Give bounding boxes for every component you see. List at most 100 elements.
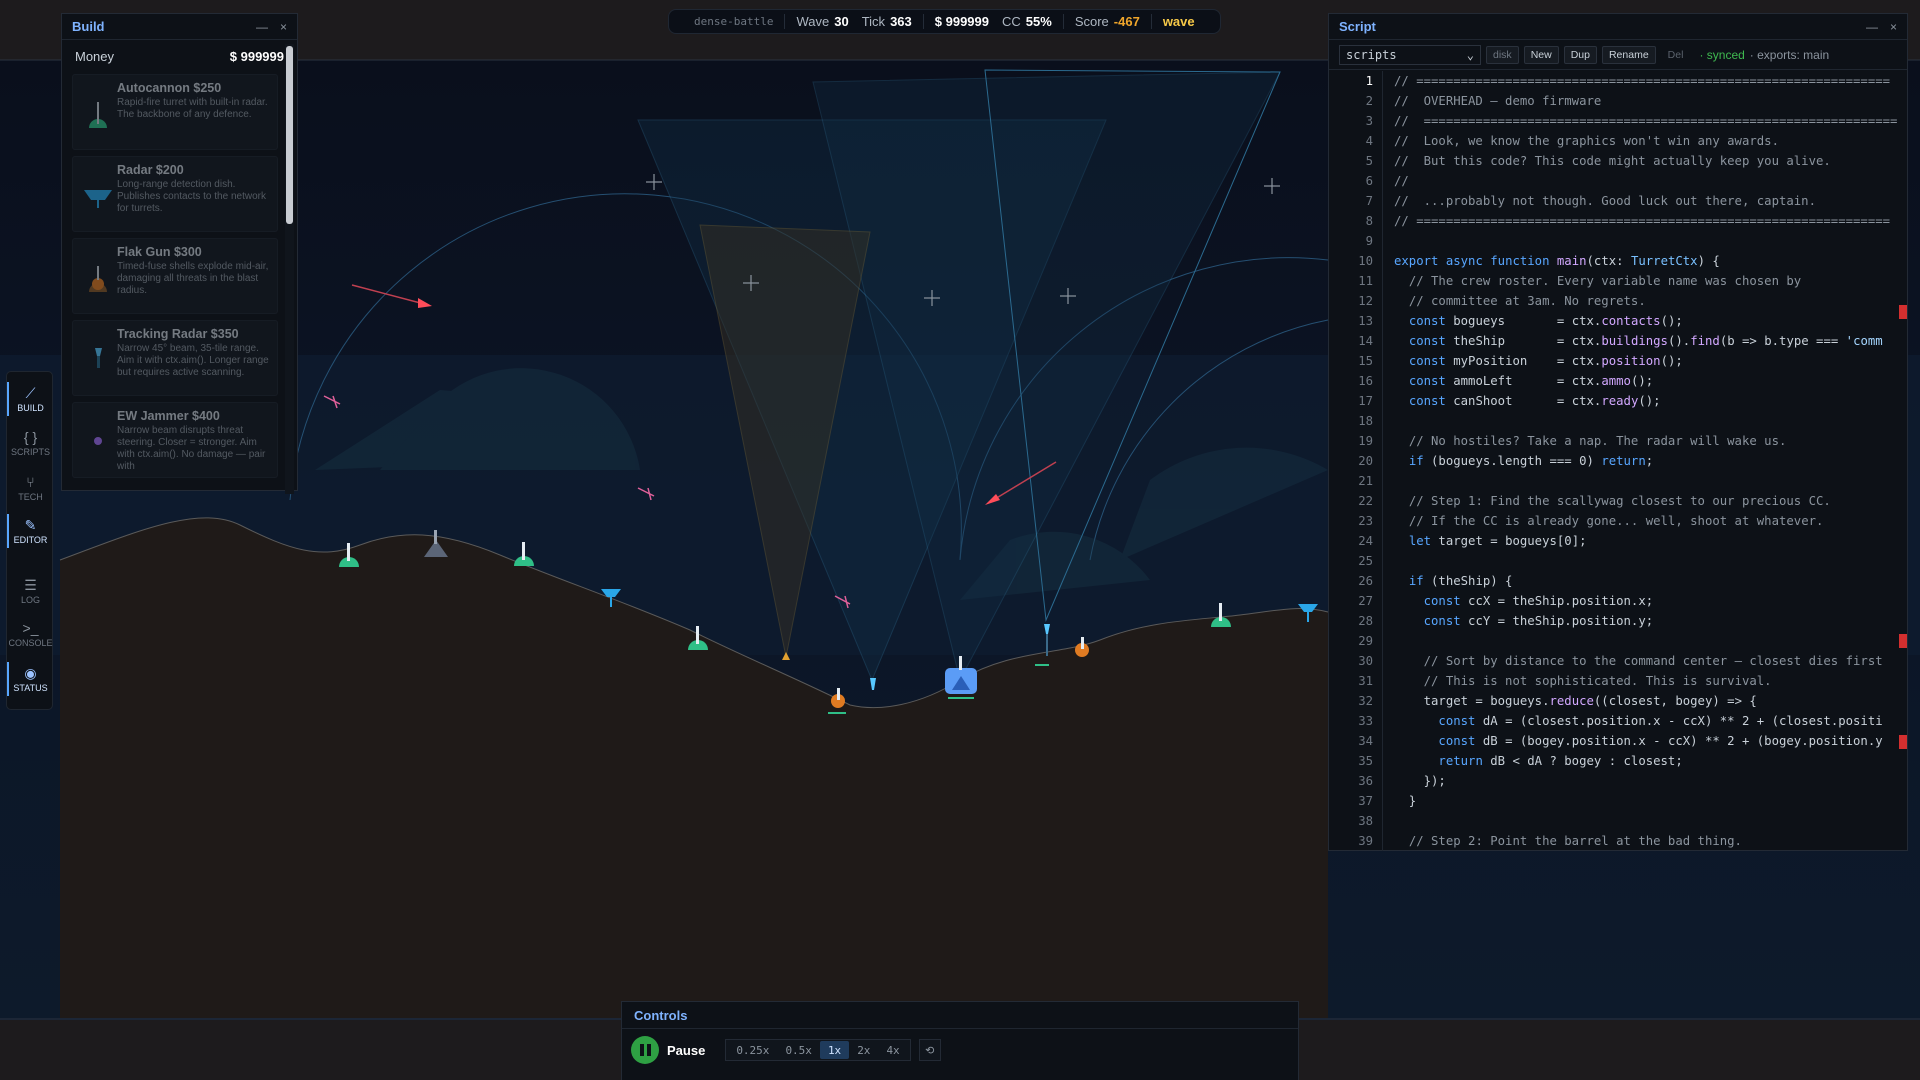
code-line[interactable]: } <box>1394 791 1907 811</box>
speed-0_25x-button[interactable]: 0.25x <box>728 1041 777 1059</box>
code-line[interactable]: export async function main(ctx: TurretCt… <box>1394 251 1907 271</box>
code-line[interactable]: // Step 1: Find the scallywag closest to… <box>1394 491 1907 511</box>
code-line[interactable]: const dB = (bogey.position.x - ccX) ** 2… <box>1394 731 1907 751</box>
build-item-ew-jammer[interactable]: EW Jammer $400 Narrow beam disrupts threa… <box>72 402 278 478</box>
speed-1x-button[interactable]: 1x <box>819 1041 850 1059</box>
code-line[interactable]: // committee at 3am. No regrets. <box>1394 291 1907 311</box>
code-line[interactable]: // =====================================… <box>1394 71 1907 91</box>
code-line[interactable]: const canShoot = ctx.ready(); <box>1394 391 1907 411</box>
line-number: 33 <box>1358 714 1373 728</box>
minimize-icon[interactable]: — <box>1866 20 1878 34</box>
code-line[interactable] <box>1394 411 1907 431</box>
pause-button[interactable] <box>631 1036 659 1064</box>
error-marker <box>1899 735 1907 749</box>
scrollbar-thumb[interactable] <box>286 46 293 224</box>
terminal-icon: >_ <box>22 620 39 636</box>
code-line[interactable]: if (theShip) { <box>1394 571 1907 591</box>
sync-status: · synced <box>1699 47 1745 62</box>
pause-icon-bar <box>646 1044 651 1056</box>
code-line[interactable]: // ...probably not though. Good luck out… <box>1394 191 1907 211</box>
code-line[interactable]: // Sort by distance to the command cente… <box>1394 651 1907 671</box>
code-line[interactable]: const theShip = ctx.buildings().find(b =… <box>1394 331 1907 351</box>
line-number: 22 <box>1358 494 1373 508</box>
code-line[interactable]: const myPosition = ctx.position(); <box>1394 351 1907 371</box>
code-line[interactable]: // Step 2: Point the barrel at the bad t… <box>1394 831 1907 851</box>
nav-status[interactable]: ◉ STATUS <box>7 658 54 700</box>
game-stage: dense-battle Wave 30 Tick 363 $ 999999 CC 5… <box>0 0 1920 1080</box>
code-line[interactable]: target = bogueys.reduce((closest, bogey)… <box>1394 691 1907 711</box>
line-number: 28 <box>1358 614 1373 628</box>
build-panel-header[interactable]: Build — × <box>62 14 297 40</box>
line-number: 5 <box>1365 154 1373 168</box>
line-number: 26 <box>1358 574 1373 588</box>
controls-panel: Controls Pause 0.25x 0.5x 1x 2x 4x ⟲ <box>621 1001 1299 1080</box>
speed-2x-button[interactable]: 2x <box>849 1041 878 1059</box>
build-item-name: Autocannon $250 <box>117 81 222 95</box>
rename-button[interactable]: Rename <box>1601 45 1656 64</box>
nav-build[interactable]: ⟋ BUILD <box>7 378 54 420</box>
code-line[interactable]: // Look, we know the graphics won't win … <box>1394 131 1907 151</box>
code-line[interactable]: }); <box>1394 771 1907 791</box>
build-scrollbar[interactable] <box>285 44 294 494</box>
nav-editor[interactable]: ✎ EDITOR <box>7 510 54 552</box>
build-item-flak-gun[interactable]: Flak Gun $300 Timed-fuse shells explode m… <box>72 238 278 314</box>
wave-value: 30 <box>834 14 849 29</box>
nav-scripts[interactable]: { } SCRIPTS <box>7 422 54 464</box>
code-lines[interactable]: // =====================================… <box>1394 71 1907 851</box>
code-line[interactable]: const ccX = theShip.position.x; <box>1394 591 1907 611</box>
code-line[interactable]: const bogueys = ctx.contacts(); <box>1394 311 1907 331</box>
line-number: 23 <box>1358 514 1373 528</box>
nav-log[interactable]: ☰ LOG <box>7 570 54 612</box>
code-line[interactable]: // This is not sophisticated. This is su… <box>1394 671 1907 691</box>
nav-console[interactable]: >_ CONSOLE <box>7 613 54 655</box>
new-button[interactable]: New <box>1523 45 1559 64</box>
nav-tech[interactable]: ⑂ TECH <box>7 467 54 509</box>
code-line[interactable]: // No hostiles? Take a nap. The radar wi… <box>1394 431 1907 451</box>
reset-speed-button[interactable]: ⟲ <box>918 1039 941 1061</box>
code-editor[interactable]: 1 2 3 4 5 6 7 8 9 10 11 12 13 14 15 16 17 18 19 20 21 22 23 24 2… <box>1329 71 1907 851</box>
code-line[interactable]: const ammoLeft = ctx.ammo(); <box>1394 371 1907 391</box>
speed-0_5x-button[interactable]: 0.5x <box>777 1041 820 1059</box>
code-line[interactable]: // =====================================… <box>1394 211 1907 231</box>
code-line[interactable] <box>1394 551 1907 571</box>
code-line[interactable] <box>1394 471 1907 491</box>
disk-button[interactable]: disk <box>1486 45 1519 64</box>
error-marker <box>1899 305 1907 319</box>
code-line[interactable]: if (bogueys.length === 0) return; <box>1394 451 1907 471</box>
speed-4x-button[interactable]: 4x <box>878 1041 907 1059</box>
code-line[interactable]: // If the CC is already gone... well, sh… <box>1394 511 1907 531</box>
close-icon[interactable]: × <box>1890 20 1897 34</box>
code-line[interactable] <box>1394 631 1907 651</box>
line-number: 27 <box>1358 594 1373 608</box>
script-panel-header[interactable]: Script — × <box>1329 14 1907 40</box>
script-select-value: scripts <box>1346 47 1397 62</box>
minimize-icon[interactable]: — <box>256 20 268 34</box>
build-item-desc: Narrow 45° beam, 35-tile range. Aim it w… <box>117 343 269 378</box>
code-line[interactable]: return dB < dA ? bogey : closest; <box>1394 751 1907 771</box>
code-line[interactable] <box>1394 231 1907 251</box>
code-line[interactable]: const dA = (closest.position.x - ccX) **… <box>1394 711 1907 731</box>
code-line[interactable]: let target = bogueys[0]; <box>1394 531 1907 551</box>
close-icon[interactable]: × <box>280 20 287 34</box>
build-item-name: Flak Gun $300 <box>117 245 202 259</box>
code-line[interactable]: // The crew roster. Every variable name … <box>1394 271 1907 291</box>
code-line[interactable]: // <box>1394 171 1907 191</box>
build-item-tracking-radar[interactable]: Tracking Radar $350 Narrow 45° beam, 35-t… <box>72 320 278 396</box>
dup-button[interactable]: Dup <box>1563 45 1597 64</box>
code-line[interactable] <box>1394 811 1907 831</box>
build-item-name: EW Jammer $400 <box>117 409 220 423</box>
code-line[interactable]: // OVERHEAD — demo firmware <box>1394 91 1907 111</box>
code-line[interactable]: // But this code? This code might actual… <box>1394 151 1907 171</box>
delete-button[interactable]: Del <box>1661 46 1691 64</box>
code-line[interactable]: const ccY = theShip.position.y; <box>1394 611 1907 631</box>
line-number: 21 <box>1358 474 1373 488</box>
cc-label: CC <box>1002 14 1021 29</box>
build-item-autocannon[interactable]: Autocannon $250 Rapid-fire turret with bu… <box>72 74 278 150</box>
script-select[interactable]: scripts ⌄ <box>1339 44 1481 65</box>
build-item-radar[interactable]: Radar $200 Long-range detection dish. Pub… <box>72 156 278 232</box>
code-line[interactable]: // =====================================… <box>1394 111 1907 131</box>
nav-label: SCRIPTS <box>10 447 50 457</box>
controls-header: Controls <box>622 1002 1298 1029</box>
wave-label: Wave <box>796 14 830 29</box>
build-item-list: Autocannon $250 Rapid-fire turret with bu… <box>72 74 278 500</box>
